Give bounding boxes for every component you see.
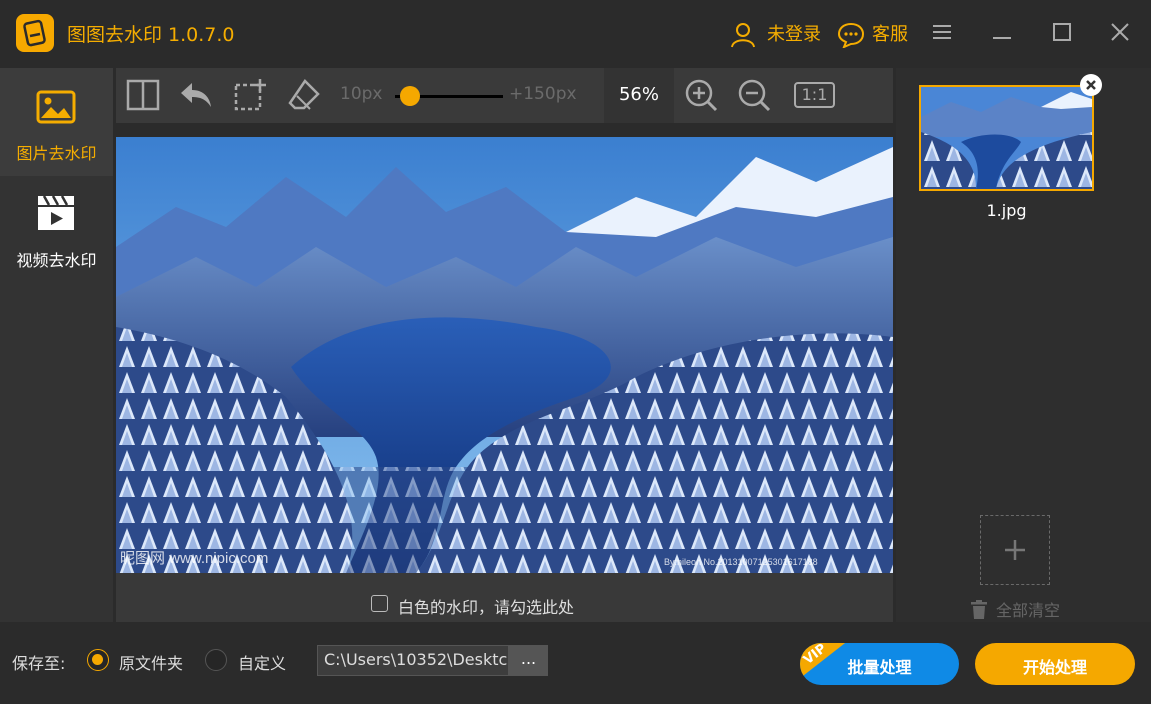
close-icon[interactable] [1108,20,1138,50]
login-status[interactable]: 未登录 [767,20,821,46]
nav-image-watermark[interactable]: 图片去水印 [0,68,113,176]
thumbnail-image [921,87,1092,189]
zoom-in-icon[interactable] [684,78,718,112]
landscape-image: 昵图网 www.nipic.com By:nileon No.201310071… [116,137,893,573]
undo-icon[interactable] [178,78,212,112]
trash-icon [970,600,988,623]
add-file-button[interactable] [980,515,1050,585]
nav-label: 视频去水印 [16,251,97,270]
title-bar: 图图去水印 1.0.7.0 未登录 客服 [0,0,1151,68]
white-watermark-label: 白色的水印，请勾选此处 [398,598,575,617]
editor-toolbar: 10px +150px 56% 1:1 [116,68,893,123]
nav-label: 图片去水印 [16,144,97,163]
image-icon [36,90,76,128]
app-title: 图图去水印 1.0.7.0 [67,24,235,46]
left-nav: 图片去水印 视频去水印 [0,68,113,622]
radio-custom-folder[interactable] [205,649,227,671]
file-thumbnail[interactable] [919,85,1094,191]
rectangle-select-icon[interactable] [233,78,267,112]
white-watermark-checkbox[interactable] [371,595,388,612]
user-icon[interactable] [730,22,756,52]
minimize-icon[interactable] [990,20,1020,50]
app-logo-icon [16,14,54,52]
save-to-label: 保存至: [12,654,66,673]
nav-video-watermark[interactable]: 视频去水印 [0,176,113,284]
canvas-options-bar: 白色的水印，请勾选此处 [116,573,893,622]
actual-size-button[interactable]: 1:1 [794,82,835,108]
file-name: 1.jpg [986,201,1027,220]
watermark-right: By:nileon No.20131007125301617188 [664,557,818,567]
clear-all-button[interactable]: 全部清空 [970,597,1060,623]
batch-process-button[interactable]: VIP 批量处理 [800,643,959,685]
maximize-icon[interactable] [1050,20,1080,50]
image-canvas[interactable]: 昵图网 www.nipic.com By:nileon No.201310071… [116,137,893,573]
save-path-input[interactable]: C:\Users\10352\Desktc [317,645,509,676]
start-process-button[interactable]: 开始处理 [975,643,1135,685]
batch-process-label: 批量处理 [847,658,912,677]
watermark-left: 昵图网 www.nipic.com [120,550,268,567]
customer-service-link[interactable]: 客服 [872,20,908,46]
clear-all-label: 全部清空 [996,601,1061,620]
video-icon [36,194,76,236]
plus-icon [1004,539,1026,565]
file-list-panel: 1.jpg 全部清空 [896,68,1151,622]
eraser-icon[interactable] [287,78,321,112]
zoom-out-icon[interactable] [737,78,771,112]
brush-size-slider[interactable] [400,86,420,106]
start-process-label: 开始处理 [1022,658,1087,677]
brush-size-min: 10px [340,84,383,104]
browse-button[interactable]: ... [509,645,548,676]
option-original-label: 原文件夹 [119,654,184,673]
actual-size-label: 1:1 [801,85,828,104]
remove-file-icon[interactable] [1080,74,1102,96]
footer-bar: 保存至: 原文件夹 自定义 C:\Users\10352\Desktc ... … [0,622,1151,704]
option-custom-label: 自定义 [238,654,287,673]
radio-original-folder[interactable] [87,649,109,671]
brush-size-max: +150px [509,84,577,104]
split-view-icon[interactable] [126,78,160,112]
menu-icon[interactable] [930,20,960,50]
zoom-level: 56% [618,84,659,105]
chat-icon[interactable] [837,22,865,52]
